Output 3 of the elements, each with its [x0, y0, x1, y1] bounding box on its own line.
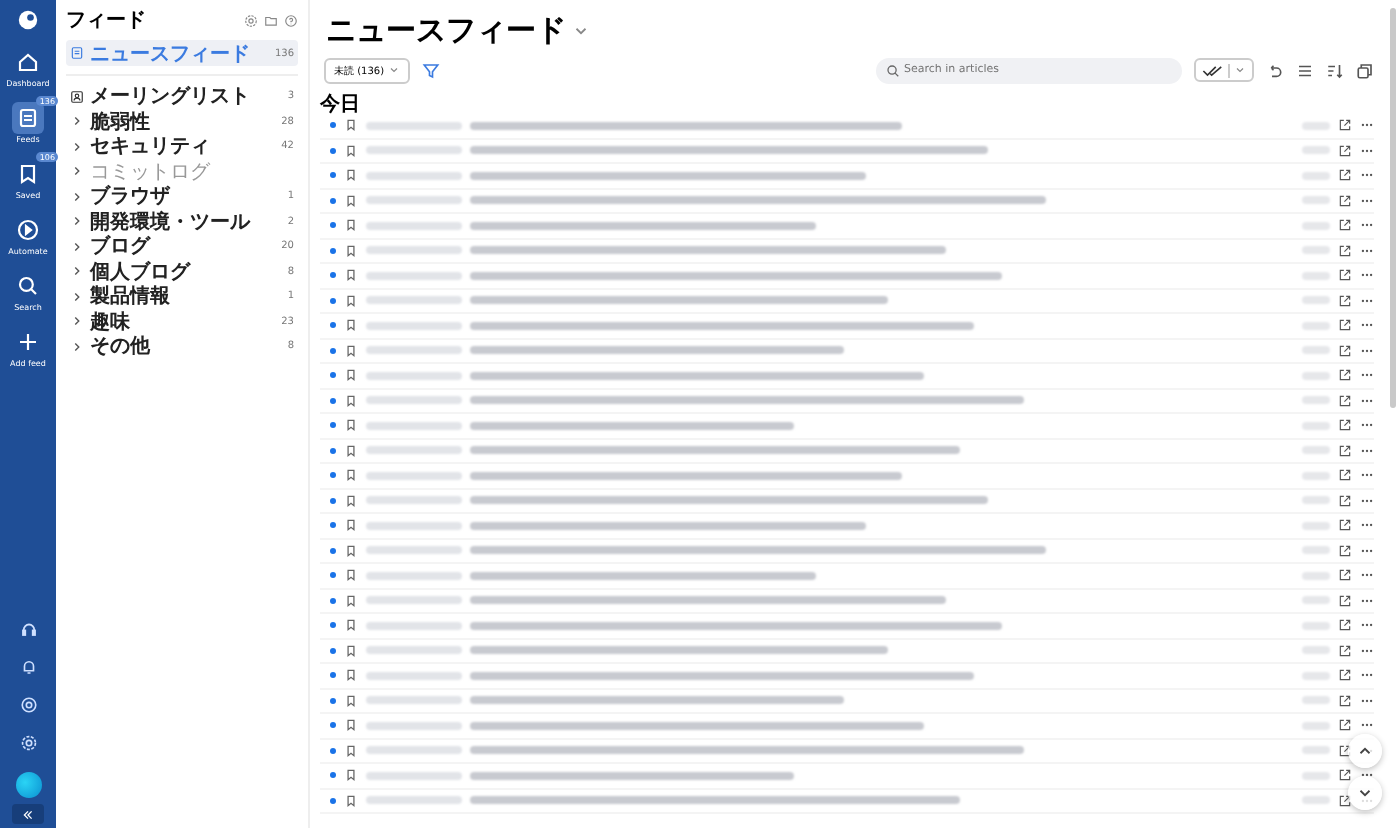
- sidebar-title: フィード: [66, 8, 148, 34]
- page-title: ニュースフィード: [326, 12, 566, 50]
- date-heading: 今日: [320, 91, 362, 114]
